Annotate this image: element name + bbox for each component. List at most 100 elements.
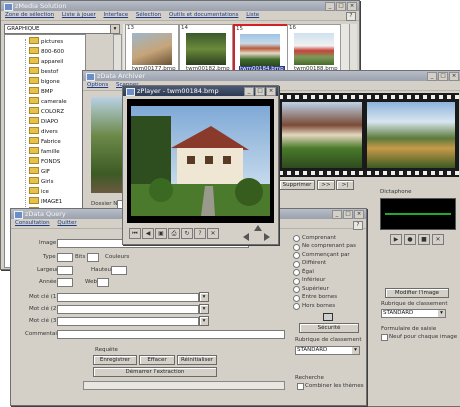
chevron-down-icon[interactable]: ▾ bbox=[110, 25, 119, 33]
minimize-icon[interactable]: _ bbox=[332, 210, 342, 219]
tree-item[interactable]: ice bbox=[29, 187, 49, 195]
chevron-down-icon[interactable]: ▾ bbox=[352, 347, 359, 354]
maximize-icon[interactable]: □ bbox=[336, 2, 346, 11]
archiver-titlebar[interactable]: zData Archiver _ □ × bbox=[83, 71, 460, 81]
query-rubrique-select[interactable]: STANDARD ▾ bbox=[295, 346, 360, 355]
search-option-radio[interactable] bbox=[293, 277, 300, 285]
thumb-15-selected[interactable]: 15 twm00184.bmp bbox=[233, 24, 289, 76]
menu-zone[interactable]: Zone de sélection bbox=[5, 12, 54, 18]
search-option-radio[interactable] bbox=[293, 294, 300, 302]
solution-titlebar[interactable]: zMedia Solution _ □ × bbox=[1, 1, 359, 11]
formulaire-checkbox[interactable] bbox=[381, 334, 388, 341]
tree-item[interactable]: appareil bbox=[29, 57, 63, 65]
motcle2-dropdown[interactable]: ▾ bbox=[199, 304, 209, 314]
help-button-icon[interactable]: ? bbox=[194, 228, 206, 239]
first-frame-icon[interactable]: ⏮ bbox=[129, 228, 141, 239]
film-frame-1[interactable] bbox=[282, 102, 362, 168]
tree-item[interactable]: GIF bbox=[29, 167, 50, 175]
play-icon[interactable]: ▶ bbox=[390, 234, 402, 245]
loop-icon[interactable]: ↻ bbox=[181, 228, 193, 239]
reinitialiser-button[interactable]: Réinitialiser bbox=[177, 355, 217, 365]
stop-icon[interactable]: ■ bbox=[418, 234, 430, 245]
largeur-field[interactable] bbox=[57, 266, 73, 275]
arrow-right-icon[interactable] bbox=[264, 233, 270, 241]
type-field[interactable] bbox=[57, 253, 73, 262]
close-icon[interactable]: × bbox=[449, 72, 459, 81]
minimize-icon[interactable]: _ bbox=[325, 2, 335, 11]
exit-icon[interactable]: ✕ bbox=[207, 228, 219, 239]
chevron-down-icon[interactable]: ▾ bbox=[438, 310, 445, 317]
tree-item[interactable]: bigone bbox=[29, 77, 60, 85]
demarrer-extraction-button[interactable]: Démarrer l'extraction bbox=[93, 367, 217, 377]
tree-item[interactable]: divers bbox=[29, 127, 58, 135]
securite-button[interactable]: Sécurité bbox=[299, 323, 359, 333]
commentaire-field[interactable] bbox=[57, 330, 285, 339]
maximize-icon[interactable]: □ bbox=[438, 72, 448, 81]
close-icon[interactable]: × bbox=[354, 210, 364, 219]
menu-options[interactable]: Options bbox=[87, 82, 108, 88]
print-icon[interactable]: ⎙ bbox=[168, 228, 180, 239]
motcle1-field[interactable] bbox=[57, 293, 199, 302]
tree-item[interactable]: Fabrice bbox=[29, 137, 61, 145]
next-button[interactable]: >> bbox=[317, 180, 335, 190]
search-option-radio[interactable] bbox=[293, 235, 300, 242]
tree-item[interactable]: camerale bbox=[29, 97, 67, 105]
category-dropdown[interactable]: GRAPHIQUE ▾ bbox=[4, 24, 120, 34]
thumb-scrollbar[interactable] bbox=[349, 24, 357, 72]
motcle3-field[interactable] bbox=[57, 317, 199, 326]
menu-liste-jouer[interactable]: Liste à jouer bbox=[62, 12, 96, 18]
tree-item[interactable]: pictures bbox=[29, 37, 63, 45]
enregistrer-button[interactable]: Enregistrer bbox=[93, 355, 137, 365]
tree-item[interactable]: IMAGE1 bbox=[29, 197, 62, 205]
combiner-checkbox[interactable] bbox=[297, 383, 304, 390]
tree-item[interactable]: Girls bbox=[29, 177, 53, 185]
menu-quitter[interactable]: Quitter bbox=[57, 220, 76, 226]
help-icon[interactable]: ? bbox=[353, 221, 363, 230]
player-titlebar[interactable]: zPlayer - twm00184.bmp _ □ × bbox=[123, 86, 278, 96]
save-icon[interactable]: ▣ bbox=[155, 228, 167, 239]
thumb-16[interactable]: 16 twm00188.bmp bbox=[287, 24, 341, 74]
search-option-radio[interactable] bbox=[293, 260, 300, 268]
search-option-radio[interactable] bbox=[293, 243, 300, 251]
tree-item[interactable]: FONDS bbox=[29, 157, 60, 165]
tree-item[interactable]: famille bbox=[29, 147, 60, 155]
minimize-icon[interactable]: _ bbox=[244, 87, 254, 96]
motcle3-dropdown[interactable]: ▾ bbox=[199, 316, 209, 326]
search-option-radio[interactable] bbox=[293, 303, 300, 310]
hauteur-field[interactable] bbox=[111, 266, 127, 275]
close-icon[interactable]: × bbox=[347, 2, 357, 11]
modifier-image-button[interactable]: Modifier l'image bbox=[385, 288, 449, 298]
tree-item[interactable]: BMP bbox=[29, 87, 53, 95]
supprimer-button[interactable]: Supprimer bbox=[279, 180, 315, 190]
tree-item[interactable]: COLORZ bbox=[29, 107, 64, 115]
search-option-radio[interactable] bbox=[293, 252, 300, 259]
menu-liste[interactable]: Liste bbox=[246, 12, 259, 18]
arrow-up-icon[interactable] bbox=[254, 225, 262, 231]
menu-selection[interactable]: Sélection bbox=[136, 12, 161, 18]
motcle1-dropdown[interactable]: ▾ bbox=[199, 292, 209, 302]
right-rubrique-select[interactable]: STANDARD ▾ bbox=[381, 309, 446, 318]
menu-outils[interactable]: Outils et documentations bbox=[169, 12, 238, 18]
maximize-icon[interactable]: □ bbox=[255, 87, 265, 96]
prev-frame-icon[interactable]: ◀ bbox=[142, 228, 154, 239]
motcle2-field[interactable] bbox=[57, 305, 199, 314]
tree-item[interactable]: 800-600 bbox=[29, 47, 64, 55]
record-icon[interactable]: ● bbox=[404, 234, 416, 245]
delete-icon[interactable]: ✕ bbox=[432, 234, 444, 245]
last-button[interactable]: >| bbox=[336, 180, 354, 190]
web-field[interactable] bbox=[97, 278, 109, 287]
film-frame-2[interactable] bbox=[367, 102, 455, 168]
thumb-13[interactable]: 13 twm00177.bmp bbox=[125, 24, 179, 74]
thumb-14[interactable]: 14 twm00182.bmp bbox=[179, 24, 233, 74]
direction-pad[interactable] bbox=[243, 225, 273, 244]
bits-field[interactable] bbox=[87, 253, 99, 262]
tree-item[interactable]: bestof bbox=[29, 67, 58, 75]
menu-interface[interactable]: Interface bbox=[104, 12, 129, 18]
tree-item[interactable]: DIAPO bbox=[29, 117, 58, 125]
arrow-left-icon[interactable] bbox=[243, 233, 249, 241]
maximize-icon[interactable]: □ bbox=[343, 210, 353, 219]
help-icon[interactable]: ? bbox=[346, 12, 356, 21]
search-option-radio[interactable] bbox=[293, 269, 300, 276]
minimize-icon[interactable]: _ bbox=[427, 72, 437, 81]
close-icon[interactable]: × bbox=[266, 87, 276, 96]
